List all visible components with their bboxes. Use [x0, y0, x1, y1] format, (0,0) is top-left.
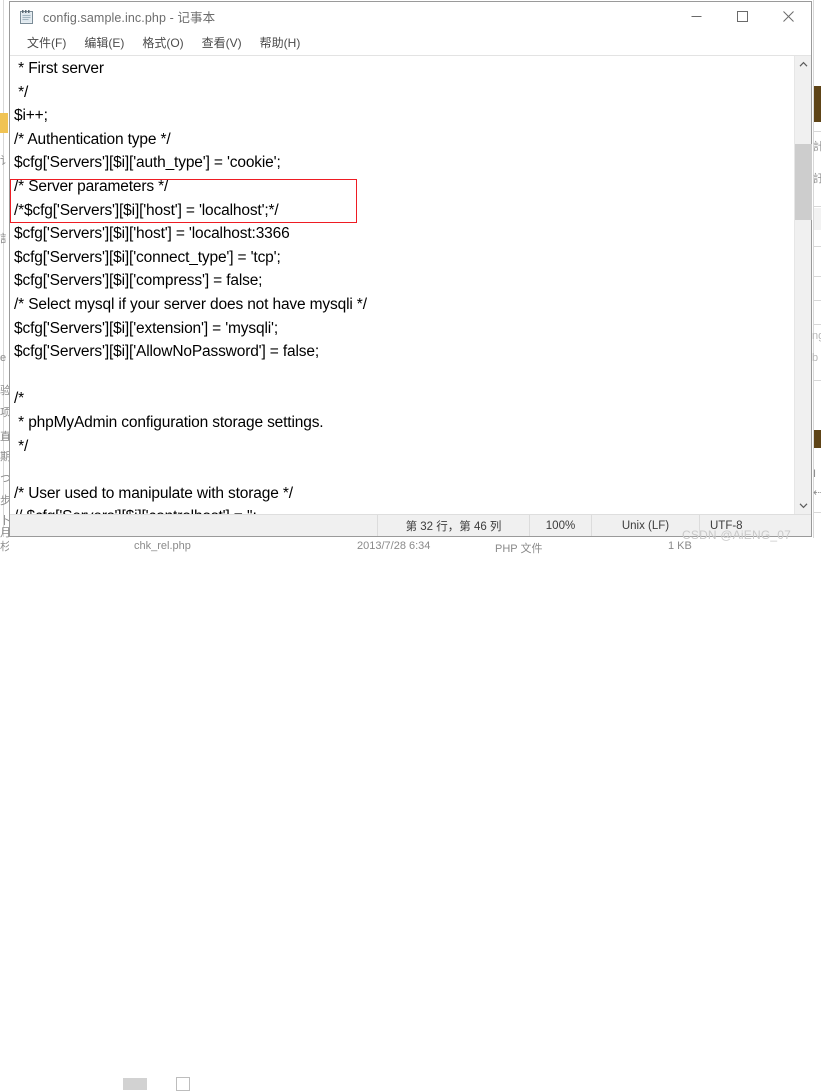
bg-right-fragment-1: 計	[813, 141, 821, 153]
notepad-icon	[19, 9, 35, 25]
code-line: // $cfg['Servers'][$i]['controlhost'] = …	[14, 505, 794, 514]
code-line-host-active: $cfg['Servers'][$i]['host'] = 'localhost…	[14, 225, 290, 243]
menu-item-help[interactable]: 帮助(H)	[251, 32, 310, 54]
bg-right-fragment-6: ⇠	[813, 487, 821, 499]
window-title: config.sample.inc.php - 记事本	[43, 11, 216, 25]
bg-left-fragment-3: e	[0, 352, 7, 364]
bg-right-line-7	[814, 380, 821, 381]
explorer-checkbox[interactable]	[176, 1077, 190, 1091]
code-line: $cfg['Servers'][$i]['connect_type'] = 't…	[14, 248, 281, 266]
explorer-file-name: chk_rel.php	[134, 540, 191, 552]
code-line-host-commented: /*$cfg['Servers'][$i]['host'] = 'localho…	[14, 201, 279, 219]
notepad-window: config.sample.inc.php - 记事本 文件(F) 编辑(E) …	[9, 1, 812, 537]
bg-right-line-6	[814, 324, 821, 325]
menu-bar: 文件(F) 编辑(E) 格式(O) 查看(V) 帮助(H)	[10, 31, 811, 55]
bg-right-line-8	[814, 512, 821, 513]
bg-right-line-5	[814, 300, 821, 301]
bg-right-line-2	[814, 206, 821, 207]
code-line: */	[14, 83, 29, 101]
close-button[interactable]	[765, 2, 811, 31]
bg-right-line-4	[814, 276, 821, 277]
code-line: */	[14, 437, 29, 455]
background-explorer-row: chk_rel.php 2013/7/28 6:34 PHP 文件 1 KB	[0, 538, 821, 1091]
bg-left-fragment-1: 讠	[0, 155, 9, 167]
code-line: $cfg['Servers'][$i]['extension'] = 'mysq…	[14, 319, 278, 337]
code-line: /* Authentication type */	[14, 130, 171, 148]
explorer-file-size: 1 KB	[668, 540, 692, 552]
bg-left-fragment-4: 验	[0, 385, 9, 397]
bg-left-marker	[0, 113, 8, 133]
code-line: $cfg['Servers'][$i]['compress'] = false;	[14, 272, 263, 290]
bg-left-fragment-bottom: 杉	[0, 541, 9, 553]
code-line: /* User used to manipulate with storage …	[14, 484, 293, 502]
code-line: /*	[14, 390, 25, 408]
bg-right-fragment-3: ng	[812, 330, 821, 342]
menu-item-edit[interactable]: 编辑(E)	[75, 32, 133, 54]
scroll-up-arrow-icon[interactable]	[795, 56, 812, 73]
editor-region: * First server */ $i++; /* Authenticatio…	[10, 55, 812, 514]
explorer-file-type: PHP 文件	[495, 543, 543, 555]
bg-left-fragment-7: 期	[0, 451, 9, 463]
code-line: $i++;	[14, 107, 48, 125]
bg-left-fragment-6: 直	[0, 431, 9, 443]
status-bar: 第 32 行，第 46 列 100% Unix (LF) UTF-8	[10, 514, 811, 536]
title-bar[interactable]: config.sample.inc.php - 记事本	[10, 2, 811, 31]
status-encoding: UTF-8	[699, 515, 811, 536]
explorer-thumbnail	[123, 1078, 147, 1090]
menu-item-format[interactable]: 格式(O)	[133, 32, 192, 54]
bg-left-fragment-8: つ	[0, 473, 9, 485]
menu-item-file[interactable]: 文件(F)	[18, 32, 75, 54]
vertical-scrollbar[interactable]	[794, 56, 812, 514]
bg-right-brown-1	[814, 86, 821, 122]
code-line: * First server	[14, 60, 104, 77]
scrollbar-thumb[interactable]	[795, 144, 812, 220]
bg-right-brown-2	[814, 430, 821, 448]
code-line: /* Select mysql if your server does not …	[14, 295, 367, 313]
code-line: $cfg['Servers'][$i]['AllowNoPassword'] =…	[14, 343, 320, 361]
status-line-ending: Unix (LF)	[591, 515, 699, 536]
bg-right-strip-1	[814, 208, 821, 230]
minimize-button[interactable]	[673, 2, 719, 31]
status-cursor-position: 第 32 行，第 46 列	[377, 515, 529, 536]
bg-right-fragment-5: I	[813, 468, 817, 480]
explorer-file-date: 2013/7/28 6:34	[357, 540, 431, 552]
bg-left-fragment-9: 步	[0, 495, 9, 507]
bg-right-fragment-4: b	[812, 352, 819, 364]
code-line: /* Server parameters */	[14, 177, 169, 195]
scroll-down-arrow-icon[interactable]	[795, 497, 812, 514]
bg-left-fragment-2: 訁	[0, 233, 9, 245]
menu-item-view[interactable]: 查看(V)	[193, 32, 251, 54]
window-controls	[673, 2, 811, 31]
code-line: $cfg['Servers'][$i]['auth_type'] = 'cook…	[14, 154, 281, 172]
text-editor[interactable]: * First server */ $i++; /* Authenticatio…	[10, 56, 794, 514]
bg-right-line-3	[814, 246, 821, 247]
bg-right-line-1	[814, 131, 821, 132]
status-zoom-level: 100%	[529, 515, 591, 536]
bg-right-fragment-2: 訏	[813, 173, 821, 185]
bg-left-fragment-5: 项	[0, 407, 9, 419]
code-line: * phpMyAdmin configuration storage setti…	[14, 413, 324, 431]
maximize-button[interactable]	[719, 2, 765, 31]
